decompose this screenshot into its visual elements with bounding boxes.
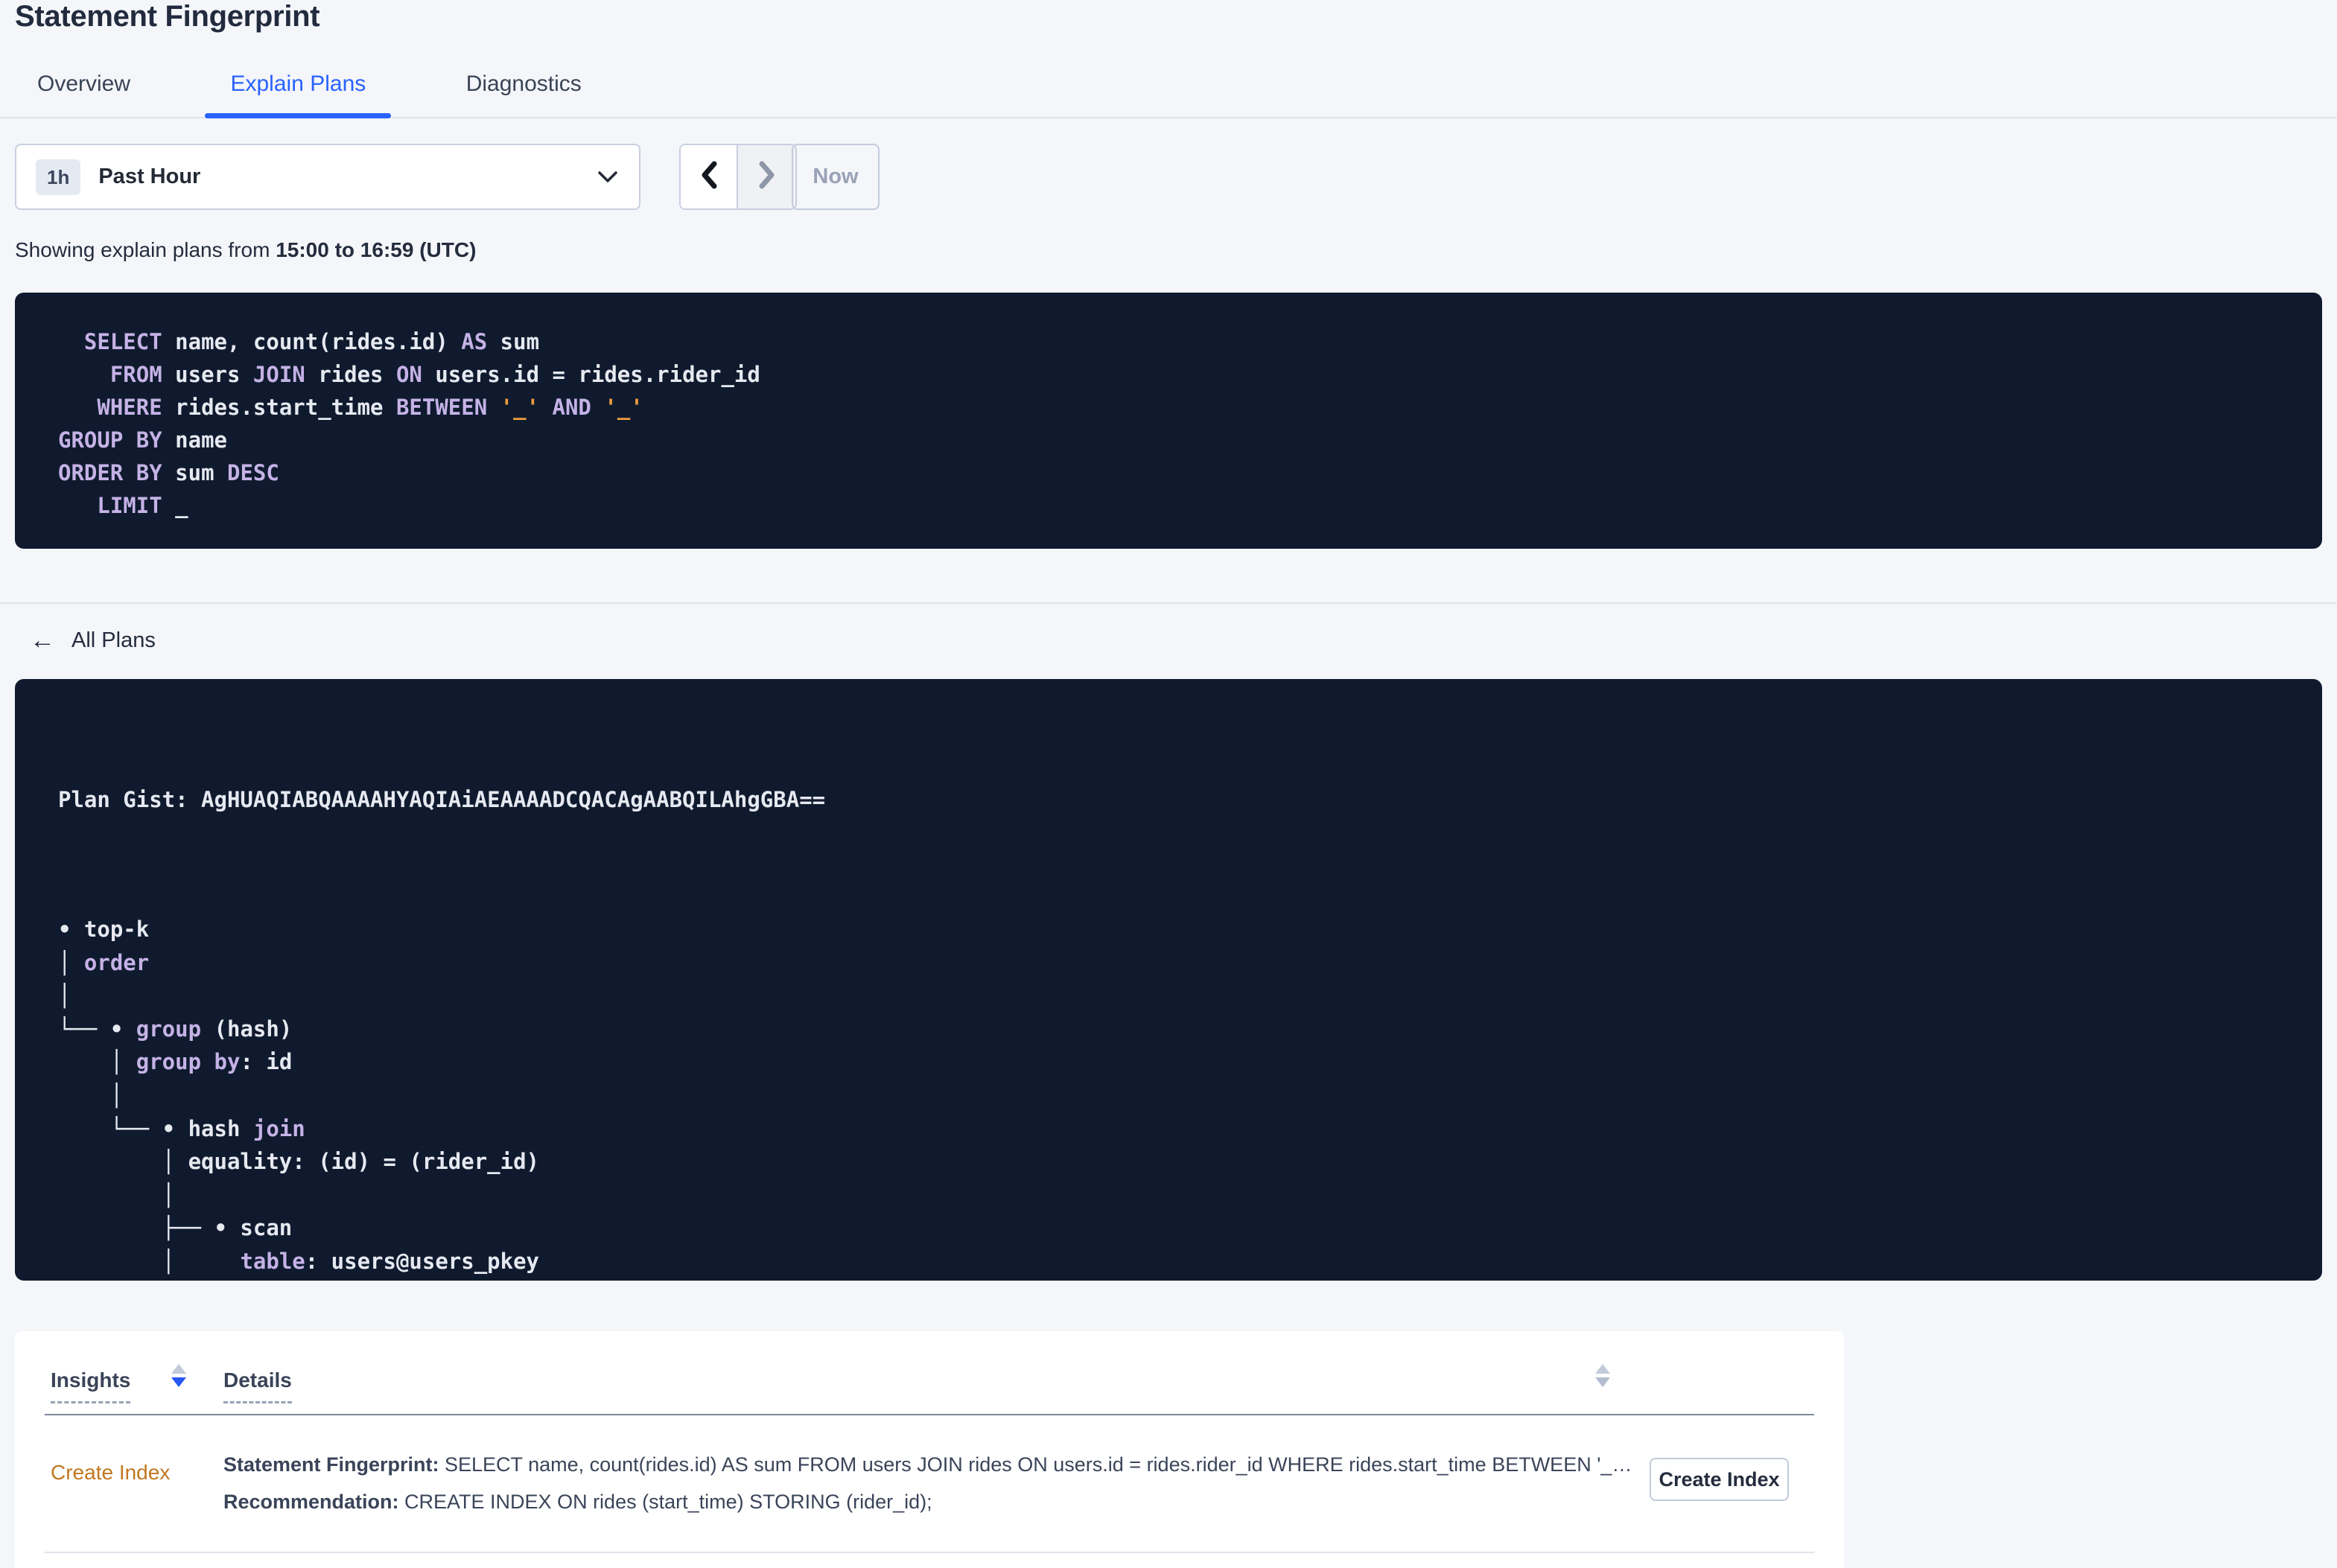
- insight-type-link[interactable]: Create Index: [51, 1461, 170, 1485]
- table-row-divider: [45, 1552, 1814, 1553]
- time-nav-group: [679, 144, 797, 210]
- section-divider: [0, 602, 2337, 604]
- next-time-button[interactable]: [738, 145, 795, 208]
- create-index-button[interactable]: Create Index: [1650, 1458, 1789, 1501]
- chevron-down-icon: [596, 170, 620, 185]
- sort-down-triangle: [171, 1377, 186, 1387]
- insights-table: Insights Details Create Index Statement …: [15, 1331, 1844, 1568]
- page-title: Statement Fingerprint: [15, 0, 320, 33]
- chevron-right-icon: [757, 159, 777, 194]
- recommendation-text: Recommendation: CREATE INDEX ON rides (s…: [223, 1489, 1635, 1514]
- tab-diagnostics[interactable]: Diagnostics: [441, 57, 607, 117]
- arrow-left-icon: ←: [30, 626, 55, 654]
- plan-gist: Plan Gist: AgHUAQIABQAAAAHYAQIAiAEAAAADC…: [58, 787, 826, 812]
- plan-tree: • top-k │ order │ └── • group (hash) │ grou…: [58, 917, 540, 1274]
- sort-icon-details[interactable]: [1595, 1364, 1610, 1387]
- tab-explain-plans[interactable]: Explain Plans: [205, 57, 392, 118]
- recommendation-value: CREATE INDEX ON rides (start_time) STORI…: [398, 1491, 932, 1513]
- time-range-summary-range: 15:00 to 16:59 (UTC): [276, 238, 477, 261]
- chevron-left-icon: [699, 159, 719, 194]
- statement-fingerprint-page: Statement Fingerprint Overview Explain P…: [0, 0, 2337, 1568]
- statement-fingerprint-value: SELECT name, count(rides.id) AS sum FROM…: [439, 1453, 1632, 1476]
- time-range-summary: Showing explain plans from 15:00 to 16:5…: [15, 238, 476, 262]
- sort-up-triangle: [171, 1364, 186, 1374]
- recommendation-label: Recommendation:: [223, 1491, 399, 1513]
- column-header-insights[interactable]: Insights: [51, 1368, 131, 1403]
- all-plans-label: All Plans: [71, 628, 156, 652]
- time-interval-label: Past Hour: [98, 165, 201, 188]
- plan-gist-box: Plan Gist: AgHUAQIABQAAAAHYAQIAiAEAAAADC…: [15, 679, 2322, 1281]
- prev-time-button[interactable]: [681, 145, 738, 208]
- statement-fingerprint-label: Statement Fingerprint:: [223, 1453, 439, 1476]
- time-interval-badge: 1h: [36, 159, 81, 195]
- time-range-summary-prefix: Showing explain plans from: [15, 238, 276, 261]
- statement-fingerprint-text: Statement Fingerprint: SELECT name, coun…: [223, 1452, 1635, 1477]
- table-header-divider: [45, 1414, 1814, 1415]
- sort-icon-insights[interactable]: [171, 1364, 186, 1387]
- all-plans-link[interactable]: ← All Plans: [30, 628, 156, 653]
- sql-statement-box: SELECT name, count(rides.id) AS sum FROM…: [15, 293, 2322, 549]
- time-interval-dropdown[interactable]: 1h Past Hour: [15, 144, 640, 210]
- sort-down-triangle: [1595, 1377, 1610, 1387]
- sort-up-triangle: [1595, 1364, 1610, 1374]
- column-header-details[interactable]: Details: [223, 1368, 292, 1403]
- tab-overview[interactable]: Overview: [12, 57, 156, 117]
- now-button[interactable]: Now: [792, 144, 880, 210]
- tab-bar: Overview Explain Plans Diagnostics: [0, 57, 2337, 118]
